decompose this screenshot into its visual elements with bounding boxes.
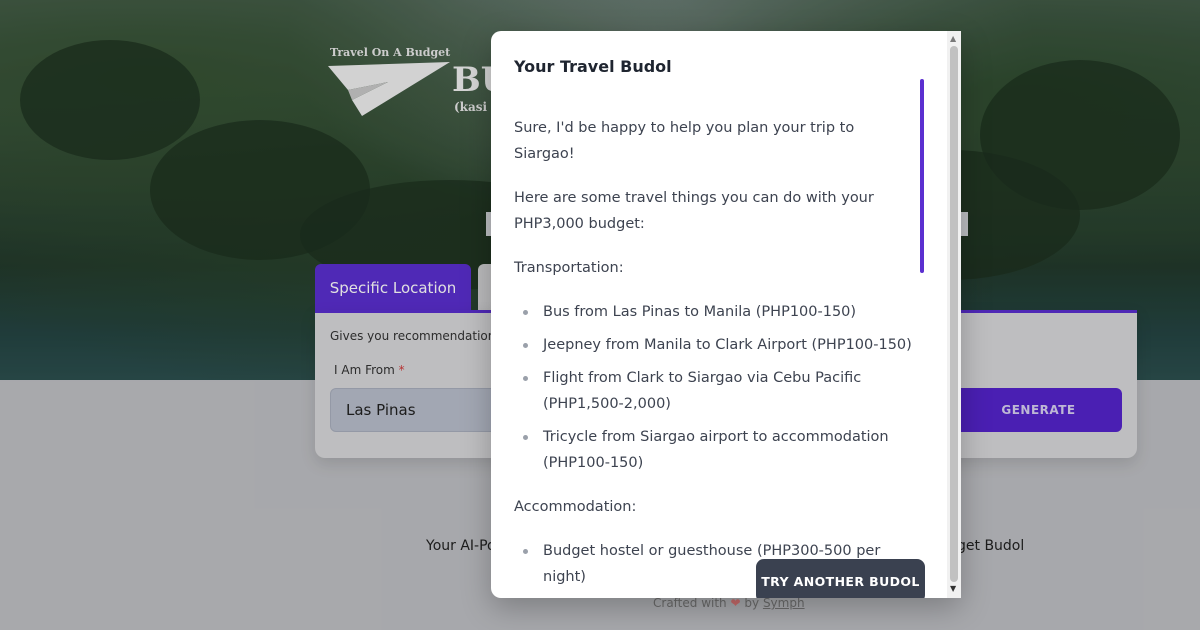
list-item-text: Jeepney from Manila to Clark Airport (PH… xyxy=(543,337,912,353)
bullet-icon xyxy=(523,310,528,315)
content-scrollbar-thumb[interactable] xyxy=(920,79,924,273)
list-item: Jeepney from Manila to Clark Airport (PH… xyxy=(514,332,914,358)
transportation-heading: Transportation: xyxy=(514,260,624,276)
modal-content: Sure, I'd be happy to help you plan your… xyxy=(514,115,914,598)
list-item: Bus from Las Pinas to Manila (PHP100-150… xyxy=(514,299,914,325)
bullet-icon xyxy=(523,376,528,381)
modal-scrollbar[interactable]: ▲ ▼ xyxy=(947,31,961,598)
accommodation-heading: Accommodation: xyxy=(514,499,637,515)
intro-text: Sure, I'd be happy to help you plan your… xyxy=(514,120,855,162)
list-item-text: Bus from Las Pinas to Manila (PHP100-150… xyxy=(543,304,857,320)
bullet-icon xyxy=(523,343,528,348)
modal-title: Your Travel Budol xyxy=(514,57,672,76)
bullet-icon xyxy=(523,435,528,440)
list-item: Flight from Clark to Siargao via Cebu Pa… xyxy=(514,365,914,417)
try-another-budol-button[interactable]: TRY ANOTHER BUDOL xyxy=(756,559,925,598)
arrow-down-icon[interactable]: ▼ xyxy=(950,584,956,593)
list-item: Tricycle from Siargao airport to accommo… xyxy=(514,424,914,476)
list-item-text: Tricycle from Siargao airport to accommo… xyxy=(543,429,889,471)
transportation-list: Bus from Las Pinas to Manila (PHP100-150… xyxy=(514,299,914,476)
travel-budol-modal: Your Travel Budol Sure, I'd be happy to … xyxy=(491,31,961,598)
bullet-icon xyxy=(523,549,528,554)
list-item-text: Flight from Clark to Siargao via Cebu Pa… xyxy=(543,370,862,412)
arrow-up-icon[interactable]: ▲ xyxy=(950,34,956,43)
modal-scrollbar-thumb[interactable] xyxy=(950,46,958,582)
budget-text: Here are some travel things you can do w… xyxy=(514,190,874,232)
